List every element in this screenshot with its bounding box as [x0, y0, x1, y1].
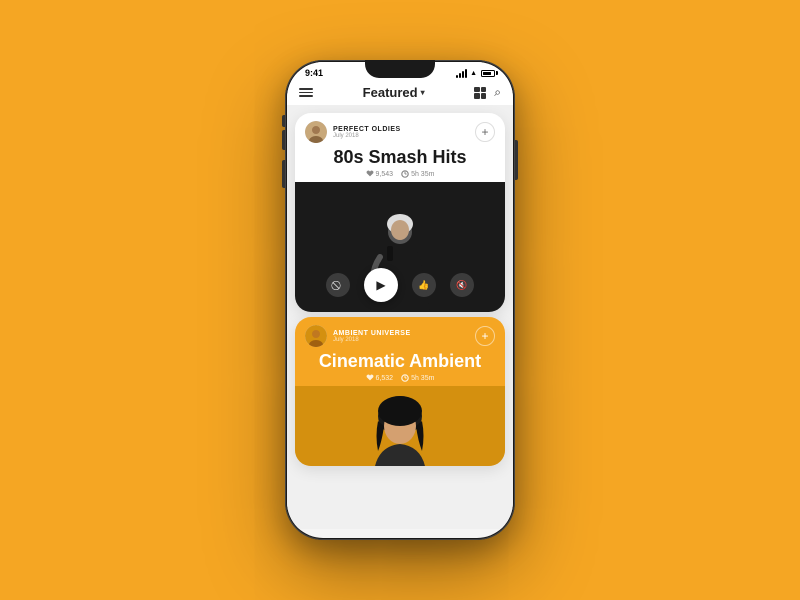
card-1-duration: 5h 35m	[401, 170, 434, 178]
wifi-icon: ▲	[470, 70, 477, 77]
card-1-header: PERFECT OLDIES July 2018 +	[295, 113, 505, 147]
card-2-user-date: July 2018	[333, 337, 411, 343]
mute-button	[282, 115, 285, 127]
card-1-video[interactable]: ⃠ ▶ 👍 🔇	[295, 182, 505, 312]
card-1-avatar	[305, 121, 327, 143]
card-2-user-info: AMBIENT UNIVERSE July 2018	[333, 330, 411, 343]
dropdown-arrow-icon: ▾	[421, 88, 425, 97]
card-1-user-name: PERFECT OLDIES	[333, 126, 401, 133]
grid-view-icon[interactable]	[474, 87, 486, 99]
vol-up-button	[282, 130, 285, 150]
card-2-likes: 6,532	[366, 374, 394, 382]
card-2-meta: 6,532 5h 35m	[305, 374, 495, 382]
toolbar-right: ⌕	[474, 85, 501, 100]
power-button	[515, 140, 518, 180]
menu-button[interactable]	[299, 88, 313, 97]
like-button[interactable]: 👍	[412, 273, 436, 297]
card-2-user-name: AMBIENT UNIVERSE	[333, 330, 411, 337]
block-button[interactable]: ⃠	[326, 273, 350, 297]
card-1-title: 80s Smash Hits	[305, 147, 495, 168]
notch	[365, 60, 435, 78]
battery-icon	[481, 70, 495, 77]
woman-silhouette	[370, 396, 430, 466]
page-title[interactable]: Featured ▾	[363, 85, 425, 100]
card-2-header: AMBIENT UNIVERSE July 2018 +	[295, 317, 505, 351]
phone-shell: 9:41 ▲ Featured	[285, 60, 515, 540]
card-2-avatar	[305, 325, 327, 347]
card-1-title-area: 80s Smash Hits 9,543 5h 35m	[295, 147, 505, 182]
card-2-user: AMBIENT UNIVERSE July 2018	[305, 325, 411, 347]
card-1-meta: 9,543 5h 35m	[305, 170, 495, 178]
card-2: AMBIENT UNIVERSE July 2018 + Cinematic A…	[295, 317, 505, 466]
card-2-title-area: Cinematic Ambient 6,532 5h 35m	[295, 351, 505, 386]
status-time: 9:41	[305, 68, 323, 78]
card-1: PERFECT OLDIES July 2018 + 80s Smash Hit…	[295, 113, 505, 312]
card-1-user-date: July 2018	[333, 133, 401, 139]
content-area[interactable]: PERFECT OLDIES July 2018 + 80s Smash Hit…	[287, 105, 513, 529]
search-button[interactable]: ⌕	[494, 85, 501, 100]
video-controls: ⃠ ▶ 👍 🔇	[295, 268, 505, 302]
card-1-user: PERFECT OLDIES July 2018	[305, 121, 401, 143]
mute-audio-button[interactable]: 🔇	[450, 273, 474, 297]
card-1-user-info: PERFECT OLDIES July 2018	[333, 126, 401, 139]
phone-screen: 9:41 ▲ Featured	[287, 62, 513, 538]
vol-down-button	[282, 160, 285, 188]
top-bar: Featured ▾ ⌕	[287, 80, 513, 105]
play-button[interactable]: ▶	[364, 268, 398, 302]
card-1-add-button[interactable]: +	[475, 122, 495, 142]
card-2-duration: 5h 35m	[401, 374, 434, 382]
signal-icon	[456, 69, 467, 78]
card-1-likes: 9,543	[366, 170, 394, 178]
card-2-title: Cinematic Ambient	[305, 351, 495, 372]
card-2-add-button[interactable]: +	[475, 326, 495, 346]
card-2-video[interactable]	[295, 386, 505, 466]
status-icons: ▲	[456, 69, 495, 78]
